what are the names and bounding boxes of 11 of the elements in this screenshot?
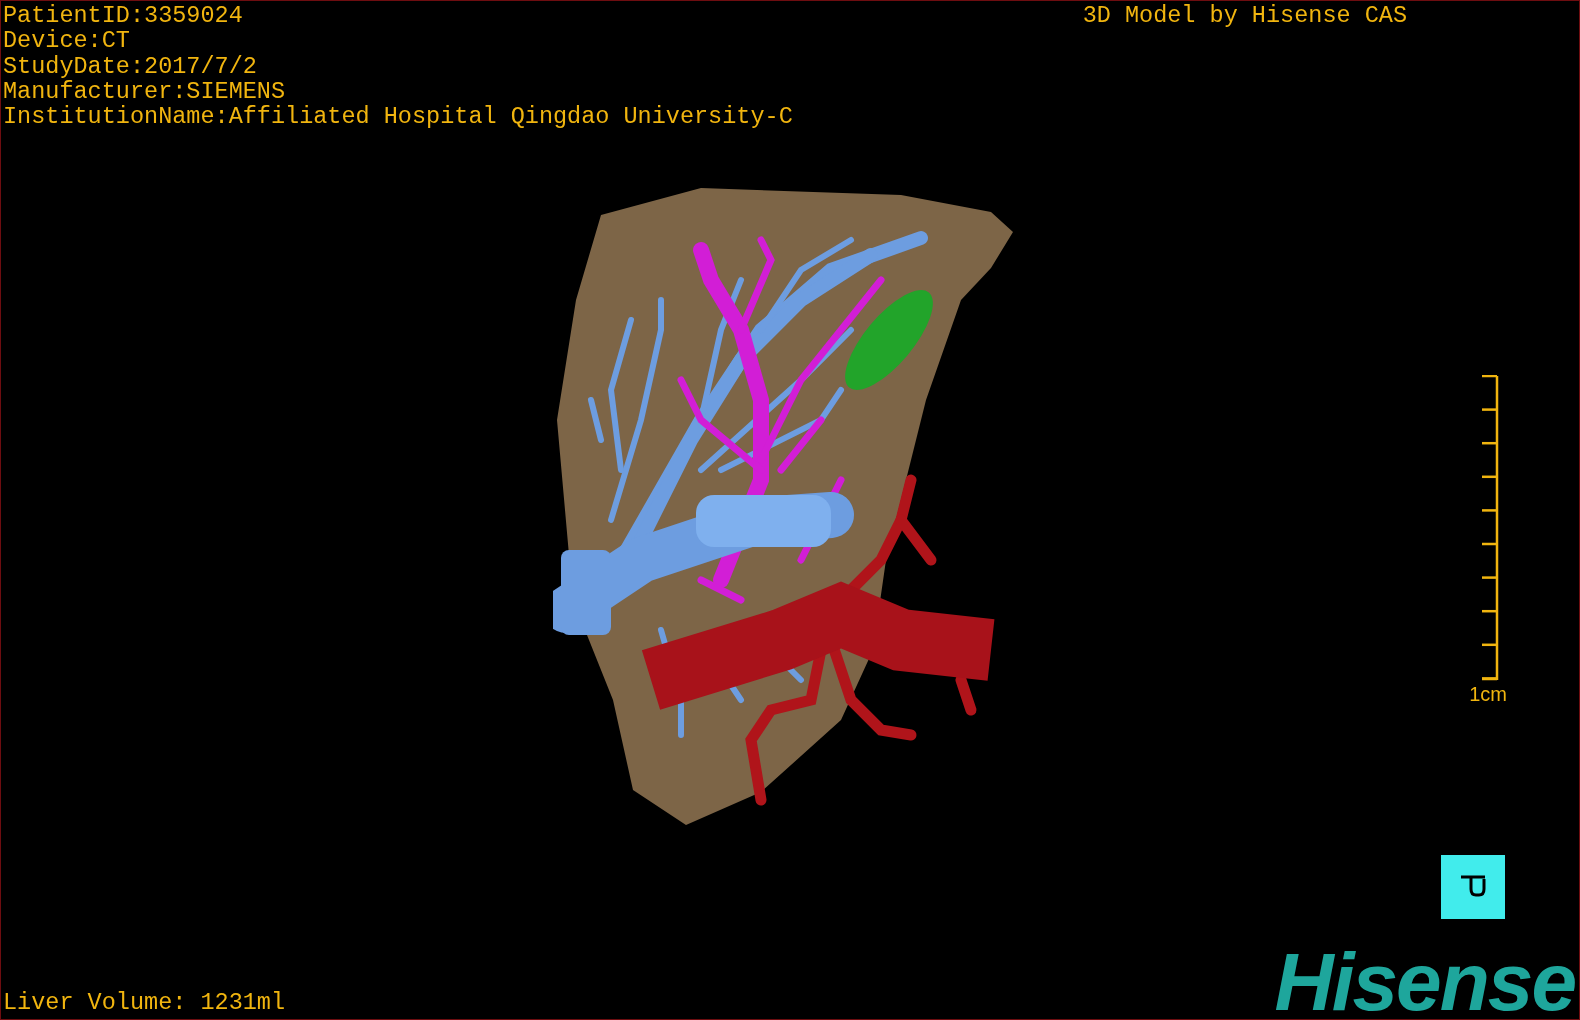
scale-bar-icon	[1482, 375, 1499, 681]
patient-info-line: Device:CT	[3, 28, 131, 54]
orientation-cube-icon[interactable]	[1441, 855, 1505, 919]
liver-volume-text: Liver Volume: 1231ml	[3, 989, 286, 1015]
scale-label: 1cm	[1469, 683, 1507, 706]
brand-logo: Hisense	[1274, 949, 1575, 1015]
patient-info-line: InstitutionName:Affiliated Hospital Qingdao University-C	[3, 104, 793, 130]
patient-info-line: StudyDate:2017/7/2	[3, 53, 258, 79]
patient-info-line: Manufacturer:SIEMENS	[3, 78, 287, 105]
viewer-title: 3D Model by Hisense CAS	[1082, 3, 1407, 31]
patient-info-line: PatientID:3359024	[3, 3, 244, 29]
